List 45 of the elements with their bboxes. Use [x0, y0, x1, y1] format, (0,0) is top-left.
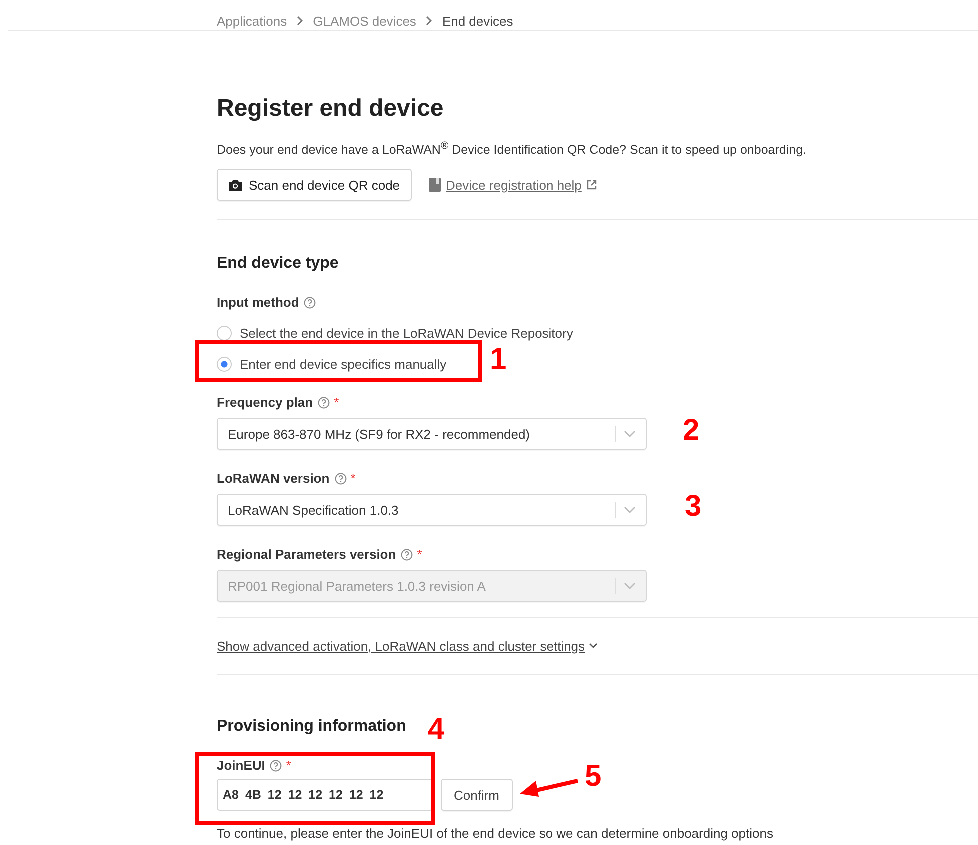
- chevron-down-icon: [624, 430, 636, 438]
- breadcrumb-link[interactable]: End devices: [442, 14, 514, 28]
- section-heading: Provisioning information: [217, 718, 406, 736]
- help-icon: [334, 472, 347, 485]
- help-icon: [318, 396, 330, 409]
- chevron-down-icon: [624, 506, 636, 514]
- hint-text: To continue, please enter the JoinEUI of the end device so we can determine onboarding options: [217, 826, 774, 842]
- chevron-down-icon: [624, 582, 636, 590]
- required-asterisk: *: [286, 758, 292, 774]
- breadcrumb-link[interactable]: Applications: [217, 14, 288, 28]
- required-asterisk: *: [350, 471, 356, 486]
- intro-text: Does your end device have a LoRaWAN$^{®}$ Device Identification QR Code? Scan it to speed up onboarding.: [217, 141, 808, 158]
- field-label: JoinEUI: [217, 758, 266, 774]
- field-label: Regional Parameters version: [217, 547, 396, 562]
- help-link[interactable]: Device registration help: [446, 178, 582, 193]
- chevron-down-icon: [589, 643, 598, 650]
- breadcrumb-link[interactable]: GLAMOS devices: [313, 14, 416, 28]
- field-label: Frequency plan: [217, 395, 314, 410]
- join-eui-field[interactable]: A8 4B 12 12 12 12 12 12: [217, 779, 433, 812]
- chevron-icon: [296, 16, 304, 26]
- arrow-icon: [518, 777, 580, 799]
- required-asterisk: *: [417, 547, 422, 562]
- external-link-icon: [586, 180, 597, 190]
- annotation-number: 3: [685, 490, 702, 524]
- annotation-number: 4: [428, 713, 445, 747]
- section-heading: End device type: [217, 255, 339, 274]
- scan-qr-button[interactable]: Scan end device QR code: [217, 169, 412, 202]
- advanced-settings-link[interactable]: Show advanced activation, LoRaWAN class and cluster settings: [217, 638, 586, 654]
- field-label: Input method: [217, 295, 300, 310]
- chevron-icon: [425, 16, 434, 26]
- help-icon: [270, 760, 282, 772]
- help-icon: [401, 548, 414, 561]
- annotation-number: 2: [683, 414, 700, 448]
- page-title: Register end device: [217, 95, 445, 124]
- annotation-number: 1: [490, 343, 507, 377]
- select-field[interactable]: LoRaWAN Specification 1.0.3: [217, 494, 647, 526]
- select-field[interactable]: Europe 863-870 MHz (SF9 for RX2 - recommended): [217, 418, 647, 450]
- confirm-button[interactable]: Confirm: [441, 779, 513, 812]
- book-icon: [429, 178, 442, 192]
- help-icon: [304, 296, 316, 309]
- annotation-number: 5: [585, 760, 602, 794]
- radio-option[interactable]: Select the end device in the LoRaWAN Device Repository: [217, 324, 978, 344]
- camera-icon: [228, 178, 243, 192]
- required-asterisk: *: [334, 395, 340, 410]
- field-label: LoRaWAN version: [217, 471, 330, 486]
